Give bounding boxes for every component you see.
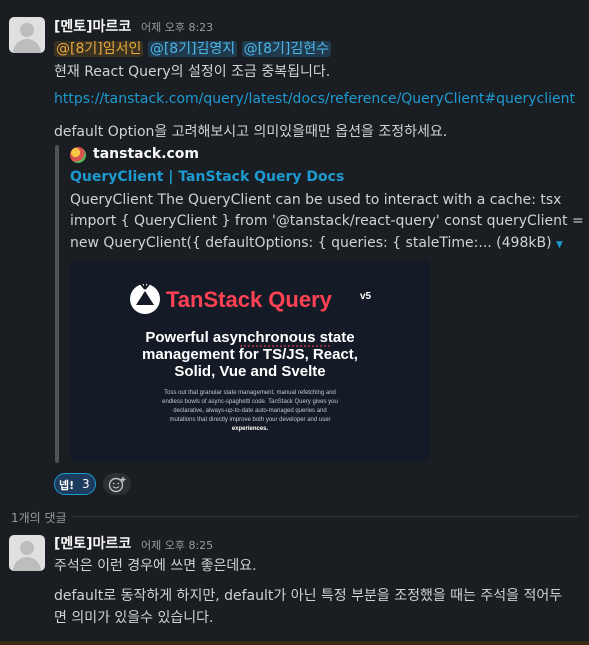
avatar-head <box>20 23 34 37</box>
author-name[interactable]: [멘토]마르코 <box>54 16 131 36</box>
reaction-emoji: 넵! <box>59 479 75 492</box>
author-name[interactable]: [멘토]마르코 <box>54 533 131 553</box>
avatar-body <box>13 39 41 53</box>
preview-body: declarative, always-up-to-date auto-mana… <box>173 408 326 414</box>
mentions-line: @[8기]임서인 @[8기]김영지 @[8기]김현수 <box>54 38 331 58</box>
message-text: 면 의미가 있을수 있습니다. <box>54 610 214 626</box>
attachment-description-line: import { QueryClient } from '@tanstack/r… <box>70 213 584 229</box>
preview-headline: management for TS/JS, React, <box>142 346 358 363</box>
add-reaction-button[interactable] <box>103 473 131 495</box>
avatar[interactable] <box>9 535 45 571</box>
attachment-title[interactable]: QueryClient | TanStack Query Docs <box>70 169 344 185</box>
message-text: 주석은 이런 경우에 쓰면 좋은데요. <box>54 558 257 574</box>
preview-version: v5 <box>360 291 372 302</box>
attachment-site-name[interactable]: tanstack.com <box>93 146 199 162</box>
avatar[interactable] <box>9 17 45 53</box>
preview-headline: Powerful asynchronous state <box>145 329 354 346</box>
thread-divider <box>54 516 578 517</box>
collapse-preview-icon[interactable]: ▼ <box>556 240 563 250</box>
reply-count[interactable]: 1개의 댓글 <box>11 509 73 526</box>
attachment-description-text: new QueryClient({ defaultOptions: { quer… <box>70 235 552 251</box>
mention-user-1[interactable]: @[8기]임서인 <box>54 41 144 57</box>
preview-body: endless bowls of async-spaghetti code. T… <box>162 399 338 405</box>
attachment-description-line: QueryClient The QueryClient can be used … <box>70 192 562 208</box>
preview-body: Toss out that granular state management,… <box>164 390 336 396</box>
attachment-bar <box>55 145 59 463</box>
preview-headline: Solid, Vue and Svelte <box>174 363 325 380</box>
mention-user-3[interactable]: @[8기]김현수 <box>241 41 331 57</box>
add-reaction-icon <box>108 477 126 493</box>
attachment-description-line: new QueryClient({ defaultOptions: { quer… <box>70 235 563 251</box>
preview-graphic: TanStack Query v5 Powerful asynchronous … <box>130 283 372 432</box>
link-preview-image[interactable]: TanStack Query v5 Powerful asynchronous … <box>70 259 430 462</box>
timestamp[interactable]: 어제 오후 8:25 <box>141 537 213 553</box>
avatar-head <box>20 541 34 555</box>
message-text: default로 동작하게 하지만, default가 아닌 특정 부분을 조정… <box>54 588 563 604</box>
reaction-count: 3 <box>82 477 90 491</box>
mention-user-2[interactable]: @[8기]김영지 <box>147 41 238 57</box>
preview-body: experiences. <box>232 426 269 432</box>
preview-body: mutations that directly improve both you… <box>169 417 330 423</box>
site-favicon-icon <box>70 147 86 163</box>
message-text: 현재 React Query의 설정이 조금 중복됩니다. <box>54 64 331 80</box>
docs-link[interactable]: https://tanstack.com/query/latest/docs/r… <box>54 91 575 107</box>
reaction-neb[interactable]: 넵! 3 <box>54 473 96 495</box>
message-text: default Option을 고려해보시고 의미있을때만 옵션을 조정하세요. <box>54 124 448 140</box>
avatar-body <box>13 557 41 571</box>
timestamp[interactable]: 어제 오후 8:23 <box>141 19 213 35</box>
preview-brand: TanStack Query <box>166 287 333 312</box>
bottom-highlight-bar <box>0 641 589 645</box>
